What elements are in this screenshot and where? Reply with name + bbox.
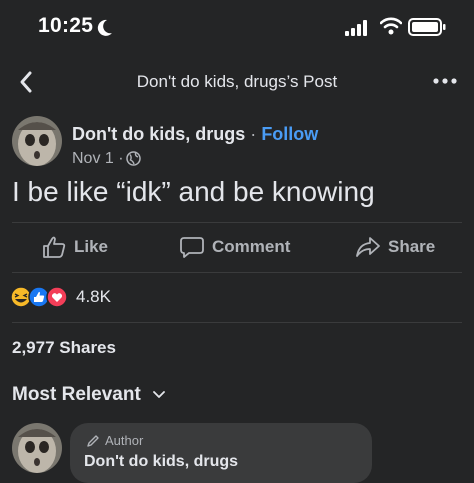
share-button[interactable]: Share [356,236,435,258]
nav-title: Don't do kids, drugs’s Post [136,72,338,91]
battery-icon [408,18,446,36]
author-badge: Author [86,433,143,448]
comment-sort-dropdown[interactable]: Most Relevant [12,384,165,406]
comment-label: Comment [212,237,291,256]
shares-count[interactable]: 2,977 Shares [12,338,116,358]
post-text: I be like “idk” and be knowing [12,176,375,207]
chevron-down-icon [152,391,165,398]
divider [12,322,462,323]
separator-dot: · [250,124,257,144]
divider [12,222,462,223]
do-not-disturb-moon-icon [97,19,112,36]
wifi-icon [380,17,402,35]
haha-reaction-icon [10,286,32,308]
comment-sort-label: Most Relevant [12,384,141,405]
follow-button[interactable]: Follow [261,124,318,144]
divider [12,272,462,273]
like-reaction-icon [28,286,50,308]
reaction-count[interactable]: 4.8K [76,287,111,307]
comment-bubble-icon [180,237,204,258]
status-time: 10:25 [38,14,94,37]
share-arrow-icon [356,237,380,257]
post-author-line: Don't do kids, drugs · Follow [72,124,318,145]
reaction-icons[interactable] [10,286,74,308]
public-globe-icon [126,151,141,166]
pencil-icon [87,434,99,447]
post-author-name[interactable]: Don't do kids, drugs [72,124,245,144]
share-label: Share [388,237,436,256]
post-date[interactable]: Nov 1 · [72,150,124,168]
more-options-icon[interactable] [433,77,457,85]
commenter-avatar[interactable] [12,423,62,473]
comment-author-name[interactable]: Don't do kids, drugs [84,453,238,471]
love-reaction-icon [46,286,68,308]
author-avatar[interactable] [12,116,62,166]
thumbs-up-icon [43,236,66,258]
author-badge-label: Author [105,433,144,448]
cellular-signal-icon [345,20,367,36]
comment-button[interactable]: Comment [180,236,290,258]
like-label: Like [74,237,109,256]
like-button[interactable]: Like [42,236,108,258]
